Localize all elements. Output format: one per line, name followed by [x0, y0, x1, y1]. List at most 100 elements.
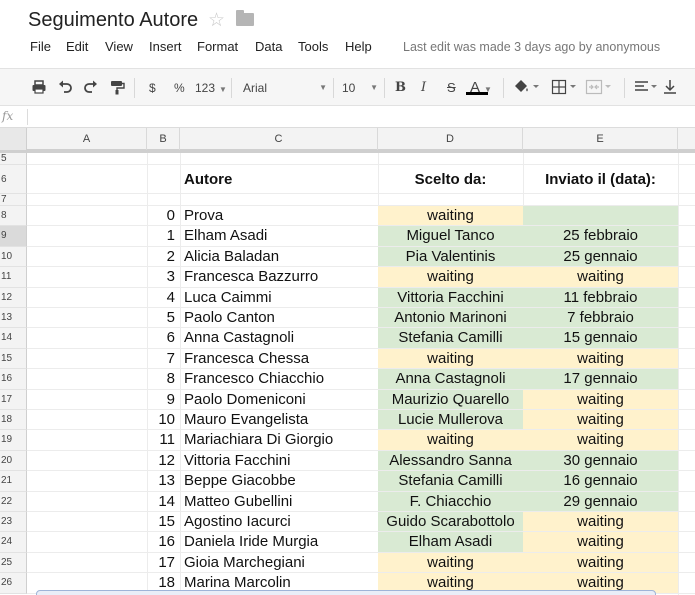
sent-date-cell[interactable]: 16 gennaio [523, 471, 678, 491]
chosen-by-cell[interactable]: F. Chiacchio [378, 491, 523, 511]
row-header[interactable]: 14 [0, 328, 27, 349]
number-cell[interactable]: 1 [147, 226, 178, 245]
column-header-c[interactable]: C [180, 128, 378, 150]
menu-insert[interactable]: Insert [149, 39, 182, 54]
number-cell[interactable]: 3 [147, 267, 178, 286]
sent-date-cell[interactable] [523, 153, 678, 164]
number-cell[interactable]: 10 [147, 410, 178, 429]
undo-icon[interactable] [57, 79, 73, 97]
number-cell[interactable]: 13 [147, 471, 178, 490]
sent-date-cell[interactable]: 7 febbraio [523, 308, 678, 328]
author-header-cell[interactable]: Autore [180, 165, 379, 193]
chosen-by-cell[interactable]: Guido Scarabottolo [378, 512, 523, 532]
chosen-by-cell[interactable]: Maurizio Quarello [378, 389, 523, 409]
sent-date-header-cell[interactable]: Inviato il (data): [523, 165, 678, 193]
author-cell[interactable]: Mariachiara Di Giorgio [180, 430, 379, 449]
author-cell[interactable]: Francesca Chessa [180, 349, 379, 368]
italic-button[interactable]: I [421, 79, 426, 97]
row-header[interactable]: 10 [0, 246, 27, 268]
chosen-by-cell[interactable]: Miguel Tanco [378, 226, 523, 246]
author-cell[interactable]: Alicia Baladan [180, 247, 379, 266]
row-header[interactable]: 17 [0, 389, 27, 410]
font-family-select[interactable]: Arial ▼ [243, 79, 327, 97]
sent-date-cell[interactable]: 11 febbraio [523, 287, 678, 307]
number-cell[interactable]: 14 [147, 492, 178, 511]
author-cell[interactable]: Daniela Iride Murgia [180, 532, 379, 551]
menu-edit[interactable]: Edit [66, 39, 88, 54]
author-cell[interactable] [180, 194, 379, 205]
author-cell[interactable]: Francesco Chiacchio [180, 369, 379, 388]
column-header-a[interactable]: A [27, 128, 147, 150]
fill-color-icon[interactable] [513, 79, 539, 97]
row-header[interactable]: 12 [0, 287, 27, 308]
row-header[interactable]: 24 [0, 532, 27, 553]
sent-date-cell[interactable]: 15 gennaio [523, 328, 678, 348]
number-cell[interactable]: 2 [147, 247, 178, 266]
number-cell[interactable]: 11 [147, 430, 178, 449]
author-cell[interactable]: Paolo Canton [180, 308, 379, 327]
bold-button[interactable]: B [395, 79, 406, 97]
chosen-by-cell[interactable]: Vittoria Facchini [378, 287, 523, 307]
sent-date-cell[interactable]: 30 gennaio [523, 450, 678, 471]
sent-date-cell[interactable]: waiting [523, 389, 678, 409]
chosen-by-cell[interactable]: Elham Asadi [378, 532, 523, 552]
align-left-icon[interactable] [634, 79, 658, 97]
row-header[interactable]: 20 [0, 450, 27, 472]
number-cell[interactable]: 9 [147, 390, 178, 409]
percent-format-button[interactable]: % [174, 79, 185, 97]
sent-date-cell[interactable]: 29 gennaio [523, 491, 678, 511]
formula-bar[interactable]: fx [0, 106, 695, 128]
column-header-e[interactable]: E [523, 128, 678, 150]
number-cell[interactable]: 15 [147, 512, 178, 531]
sent-date-cell[interactable]: waiting [523, 552, 678, 573]
row-header[interactable]: 6 [0, 165, 27, 194]
menu-help[interactable]: Help [345, 39, 372, 54]
chosen-by-cell[interactable]: waiting [378, 552, 523, 573]
menu-format[interactable]: Format [197, 39, 238, 54]
sent-date-cell[interactable] [523, 194, 678, 205]
sent-date-cell[interactable]: 25 gennaio [523, 246, 678, 267]
number-cell[interactable]: 17 [147, 553, 178, 572]
row-header[interactable]: 21 [0, 471, 27, 492]
sent-date-cell[interactable]: 25 febbraio [523, 226, 678, 246]
sent-date-cell[interactable]: waiting [523, 532, 678, 552]
number-cell[interactable]: 6 [147, 328, 178, 347]
column-header-b[interactable]: B [147, 128, 180, 150]
author-cell[interactable]: Vittoria Facchini [180, 451, 379, 470]
row-header[interactable]: 25 [0, 552, 27, 574]
sent-date-cell[interactable]: waiting [523, 348, 678, 369]
author-cell[interactable]: Elham Asadi [180, 226, 379, 245]
menu-tools[interactable]: Tools [298, 39, 328, 54]
star-icon[interactable]: ☆ [208, 9, 225, 32]
chosen-by-cell[interactable]: Pia Valentinis [378, 246, 523, 267]
row-header[interactable]: 7 [0, 194, 27, 206]
author-cell[interactable]: Matteo Gubellini [180, 492, 379, 511]
chosen-by-cell[interactable]: waiting [378, 348, 523, 369]
number-cell[interactable] [147, 194, 178, 205]
paint-format-icon[interactable] [109, 79, 125, 97]
chosen-by-cell[interactable]: Stefania Camilli [378, 471, 523, 491]
number-cell[interactable]: 16 [147, 532, 178, 551]
author-cell[interactable]: Prova [180, 206, 379, 225]
row-header[interactable]: 16 [0, 369, 27, 390]
menu-view[interactable]: View [105, 39, 133, 54]
author-cell[interactable] [180, 153, 379, 164]
chosen-by-cell[interactable]: waiting [378, 430, 523, 450]
document-title[interactable]: Seguimento Autore [28, 9, 198, 32]
author-cell[interactable]: Agostino Iacurci [180, 512, 379, 531]
menu-file[interactable]: File [30, 39, 51, 54]
author-cell[interactable]: Mauro Evangelista [180, 410, 379, 429]
number-cell[interactable]: 7 [147, 349, 178, 368]
print-icon[interactable] [31, 79, 47, 97]
chosen-by-cell[interactable]: waiting [378, 206, 523, 226]
select-all-corner[interactable] [0, 128, 27, 150]
row-header[interactable]: 5 [0, 153, 27, 165]
sheet-grid[interactable]: 5 6 Autore Scelto da: Inviato il (data): 7 8 0 P… [0, 153, 695, 595]
row-header[interactable]: 8 [0, 206, 27, 227]
font-size-select[interactable]: 10 ▼ [342, 79, 378, 97]
author-cell[interactable]: Gioia Marchegiani [180, 553, 379, 572]
number-cell[interactable]: 8 [147, 369, 178, 388]
folder-icon[interactable] [236, 10, 254, 26]
chosen-by-cell[interactable]: waiting [378, 267, 523, 287]
row-header[interactable]: 11 [0, 267, 27, 288]
